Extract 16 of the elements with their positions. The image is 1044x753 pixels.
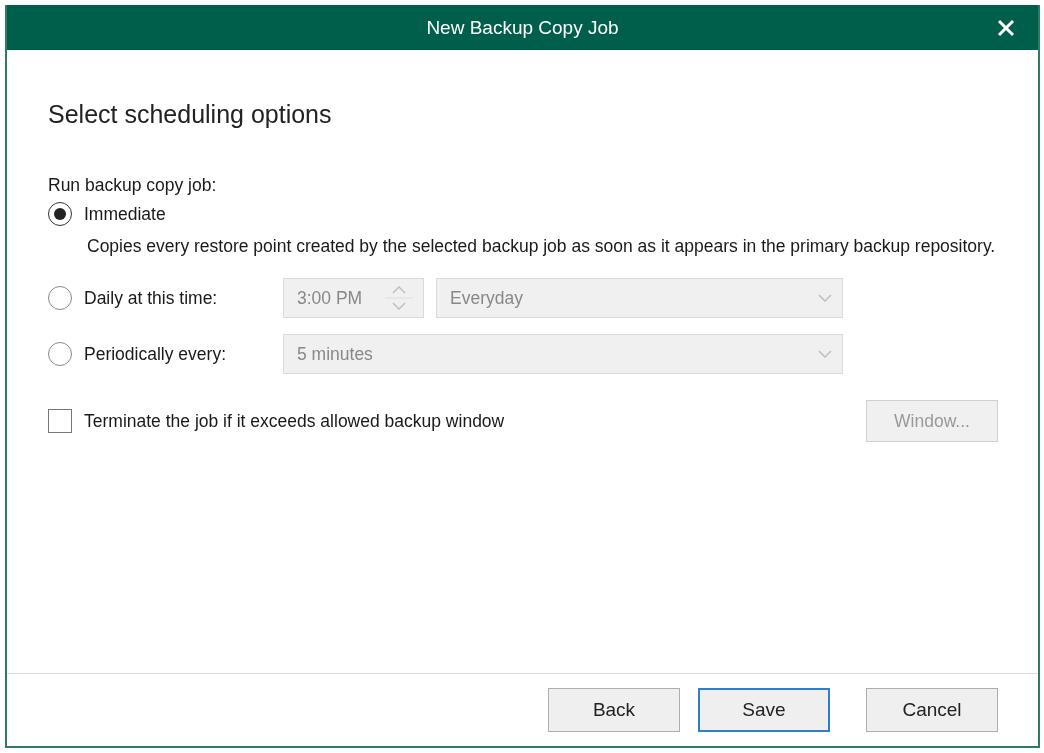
radio-button[interactable] [48, 202, 72, 226]
close-icon [997, 19, 1015, 37]
option-label: Periodically every: [84, 343, 227, 365]
option-label: Daily at this time: [84, 287, 219, 309]
checkbox[interactable] [48, 409, 72, 433]
footer-button[interactable]: Back [548, 688, 680, 732]
section-label: Run backup copy job: [48, 175, 218, 196]
footer-button[interactable]: Save [698, 688, 830, 732]
option-label: Immediate [84, 203, 166, 225]
footer-button[interactable]: Cancel [866, 688, 998, 732]
page-heading: Select scheduling options [48, 100, 333, 129]
chevron-down-icon [818, 293, 832, 303]
chevron-down-icon [818, 349, 832, 359]
window-title: New Backup Copy Job [426, 16, 619, 39]
option-description: Copies every restore point created by the selected backup job as soon as it appears in the primary backup repository. [87, 235, 997, 258]
checkbox-label: Terminate the job if it exceeds allowed backup window [84, 410, 505, 432]
